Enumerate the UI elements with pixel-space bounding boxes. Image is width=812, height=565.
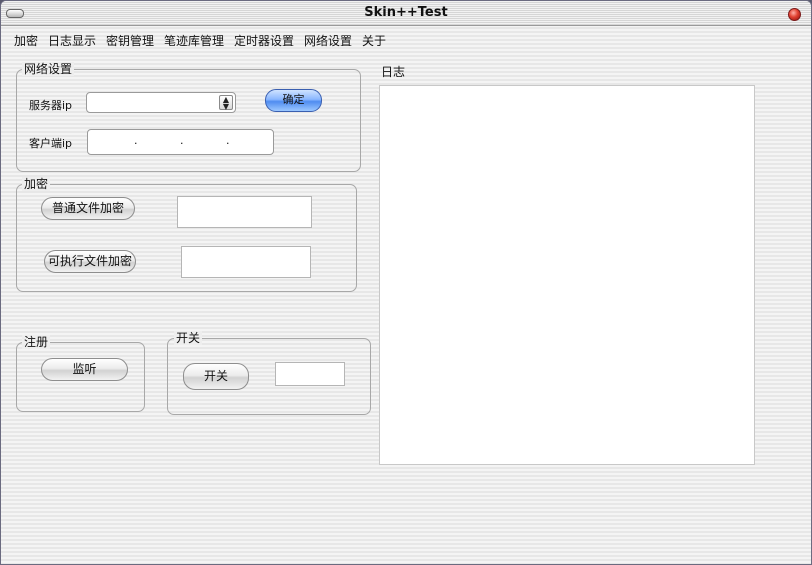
executable-file-encrypt-button[interactable]: 可执行文件加密 (44, 250, 136, 273)
ip-dot: . (134, 134, 138, 147)
switch-group-label: 开关 (174, 331, 203, 345)
client-ip-label: 客户端ip (29, 137, 73, 150)
menu-bar: 加密 日志显示 密钥管理 笔迹库管理 定时器设置 网络设置 关于 (1, 26, 811, 53)
title-bar: Skin++Test (1, 1, 811, 26)
menu-item-key-management[interactable]: 密钥管理 (106, 32, 154, 49)
log-textarea[interactable] (379, 85, 755, 465)
switch-button[interactable]: 开关 (183, 363, 249, 390)
menu-item-encrypt[interactable]: 加密 (14, 32, 38, 49)
menu-item-timer-settings[interactable]: 定时器设置 (234, 32, 294, 49)
ip-dot: . (226, 134, 230, 147)
menu-item-network-settings[interactable]: 网络设置 (304, 32, 352, 49)
server-ip-combobox[interactable]: ▲ ▼ (86, 92, 236, 113)
client-ip-address-field[interactable]: . . . (87, 129, 274, 155)
register-group-label: 注册 (22, 335, 51, 349)
window-title: Skin++Test (364, 5, 448, 20)
menu-item-about[interactable]: 关于 (362, 32, 386, 49)
menu-item-log-display[interactable]: 日志显示 (48, 32, 96, 49)
close-icon[interactable] (788, 8, 801, 21)
network-settings-group-label: 网络设置 (22, 62, 75, 76)
confirm-button[interactable]: 确定 (265, 89, 322, 112)
network-settings-group (16, 69, 361, 172)
log-label: 日志 (381, 65, 406, 79)
listen-button[interactable]: 监听 (41, 358, 128, 381)
switch-status-field[interactable] (275, 362, 345, 386)
executable-file-encrypt-field[interactable] (181, 246, 311, 278)
server-ip-label: 服务器ip (29, 99, 73, 112)
menu-item-handwriting-library[interactable]: 笔迹库管理 (164, 32, 224, 49)
dropdown-arrow-icon[interactable]: ▲ ▼ (219, 95, 233, 111)
normal-file-encrypt-button[interactable]: 普通文件加密 (41, 197, 135, 220)
encrypt-group-label: 加密 (22, 177, 51, 191)
ip-dot: . (180, 134, 184, 147)
main-window: Skin++Test 加密 日志显示 密钥管理 笔迹库管理 定时器设置 网络设置… (0, 0, 812, 565)
normal-file-encrypt-field[interactable] (177, 196, 312, 228)
